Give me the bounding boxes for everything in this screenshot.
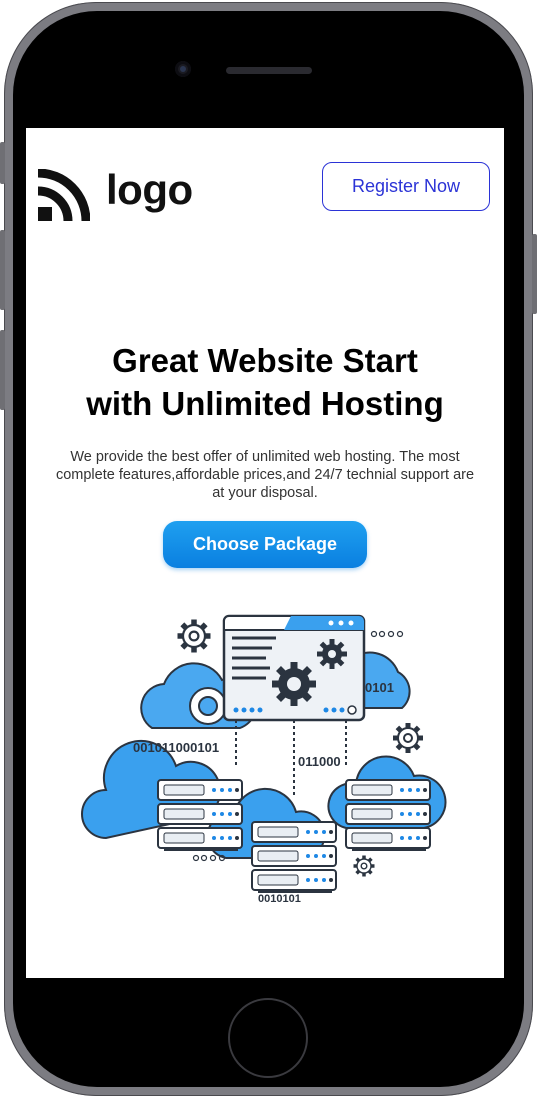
hosting-illustration: 001011000101 0101 011000 0010101: [81, 614, 447, 905]
earpiece-speaker: [226, 67, 312, 74]
hero-title-line1: Great Website Start: [112, 342, 418, 379]
dashboard-window: [222, 614, 366, 722]
gear-icon: [189, 687, 227, 725]
volume-down-button: [0, 330, 5, 410]
gear-icon: [393, 723, 423, 753]
server-stack-right: [345, 779, 431, 851]
front-camera-icon: [175, 61, 191, 77]
gear-icon: [178, 620, 211, 653]
logo-text: logo: [106, 166, 193, 213]
server-stack-left: [157, 779, 243, 851]
register-now-button[interactable]: Register Now: [322, 162, 490, 211]
server-stack-center: [251, 821, 337, 893]
volume-up-button: [0, 230, 5, 310]
mute-switch: [0, 142, 5, 184]
hero-title: Great Website Start with Unlimited Hosti…: [26, 339, 504, 425]
home-button[interactable]: [228, 998, 308, 1078]
binary-label-center: 011000: [298, 754, 341, 769]
binary-label-right: 0101: [365, 680, 394, 695]
binary-label-left: 001011000101: [133, 740, 219, 755]
choose-package-button[interactable]: Choose Package: [163, 521, 367, 568]
binary-label-bottom: 0010101: [258, 893, 301, 905]
header: logo Register Now: [26, 128, 504, 238]
app-screen: logo Register Now Great Website Start wi…: [26, 128, 504, 978]
logo-icon: [38, 169, 90, 221]
gear-icon: [351, 853, 377, 879]
hero-description: We provide the best offer of unlimited w…: [55, 449, 475, 501]
power-button: [532, 234, 537, 314]
hero-title-line2: with Unlimited Hosting: [86, 385, 444, 422]
